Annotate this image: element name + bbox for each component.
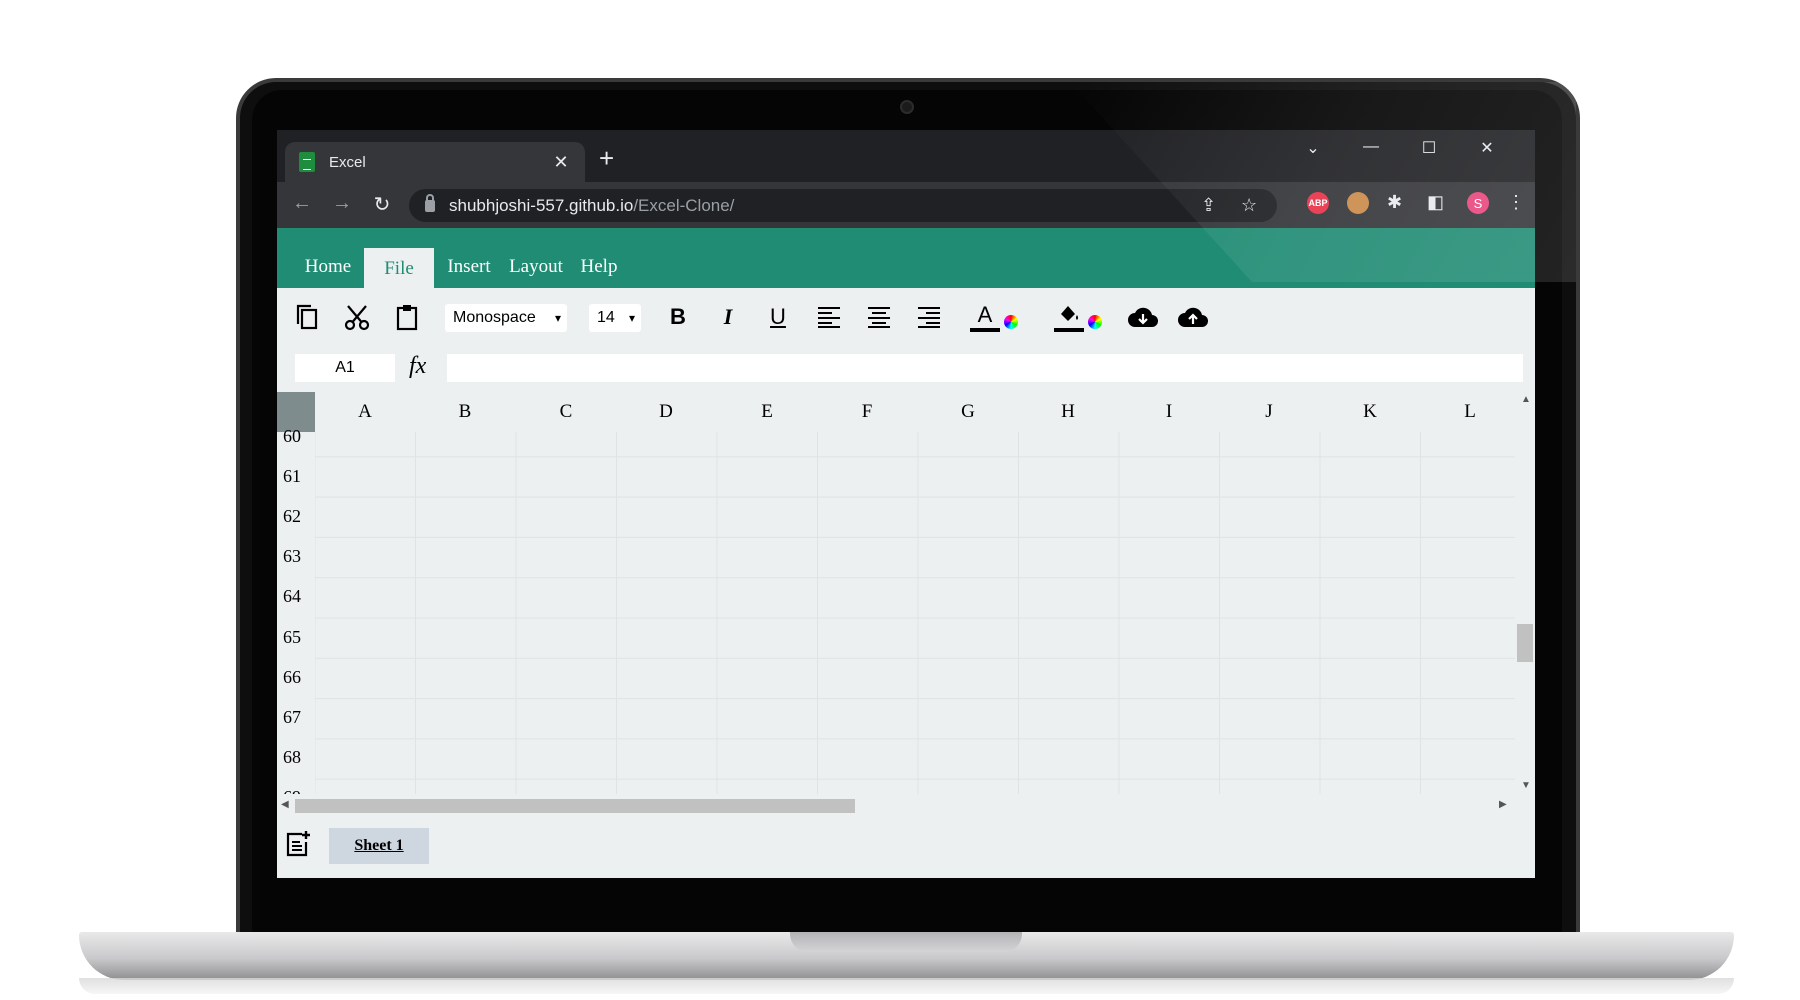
menu-insert[interactable]: Insert xyxy=(443,246,495,288)
tab-search-icon[interactable]: ⌄ xyxy=(1293,138,1333,158)
scroll-up-arrow-icon[interactable]: ▲ xyxy=(1521,394,1531,405)
scroll-down-arrow-icon[interactable]: ▼ xyxy=(1521,780,1531,791)
column-header-d[interactable]: D xyxy=(616,392,716,432)
browser-menu-icon[interactable]: ⋮ xyxy=(1507,192,1525,213)
font-family-select[interactable]: Monospace ▾ xyxy=(445,304,567,332)
browser-toolbar: ← → ↻ shubhjoshi-557.github.io/Excel-Clo… xyxy=(277,182,1535,228)
cell-address-box[interactable]: A1 xyxy=(295,354,395,382)
column-header-h[interactable]: H xyxy=(1018,392,1118,432)
column-header-g[interactable]: G xyxy=(918,392,1018,432)
new-tab-button[interactable]: + xyxy=(599,144,614,172)
laptop-stage: Excel ✕ + ⌄ — ☐ ✕ ← → ↻ shubhjoshi-557.g… xyxy=(0,0,1800,1000)
fx-icon: fx xyxy=(409,353,427,379)
lock-icon xyxy=(425,193,435,212)
font-size-value: 14 xyxy=(597,309,615,326)
adblock-extension-icon[interactable]: ABP xyxy=(1307,192,1329,214)
formula-bar: A1 fx xyxy=(277,346,1535,390)
row-header-62[interactable]: 62 xyxy=(277,496,315,536)
underline-icon[interactable]: U xyxy=(765,302,791,332)
browser-tab-strip: Excel ✕ + ⌄ — ☐ ✕ xyxy=(277,130,1535,182)
url-path: /Excel-Clone/ xyxy=(633,195,735,215)
bookmark-star-icon[interactable]: ☆ xyxy=(1241,195,1257,216)
app-menu-bar: Home File Insert Layout Help xyxy=(277,228,1535,288)
font-size-select[interactable]: 14 ▾ xyxy=(589,304,641,332)
cell-area[interactable] xyxy=(315,432,1515,796)
row-header-64[interactable]: 64 xyxy=(277,576,315,616)
download-icon[interactable] xyxy=(1127,302,1159,332)
menu-file[interactable]: File xyxy=(364,248,434,288)
vertical-scroll-thumb[interactable] xyxy=(1517,624,1533,662)
upload-icon[interactable] xyxy=(1177,302,1209,332)
tab-close-icon[interactable]: ✕ xyxy=(551,152,571,173)
browser-tab[interactable]: Excel ✕ xyxy=(285,142,585,182)
font-family-value: Monospace xyxy=(453,309,536,326)
align-right-icon[interactable] xyxy=(915,302,943,332)
menu-home[interactable]: Home xyxy=(301,246,355,288)
column-header-c[interactable]: C xyxy=(516,392,616,432)
side-panel-icon[interactable]: ◧ xyxy=(1427,192,1444,213)
profile-avatar[interactable]: S xyxy=(1467,192,1489,214)
italic-icon[interactable]: I xyxy=(715,302,741,332)
paste-icon[interactable] xyxy=(393,302,421,332)
color-spectrum-icon xyxy=(1088,315,1102,329)
format-toolbar: Monospace ▾ 14 ▾ B I U A xyxy=(277,288,1535,346)
scroll-left-arrow-icon[interactable]: ◀ xyxy=(281,799,289,810)
webcam xyxy=(900,100,914,114)
column-header-k[interactable]: K xyxy=(1320,392,1420,432)
tab-title: Excel xyxy=(329,153,366,171)
sheet-bar: Sheet 1 xyxy=(277,816,1535,878)
back-button[interactable]: ← xyxy=(289,192,315,215)
row-header-67[interactable]: 67 xyxy=(277,697,315,737)
column-header-b[interactable]: B xyxy=(415,392,515,432)
row-header-60[interactable]: 60 xyxy=(277,416,315,456)
menu-help[interactable]: Help xyxy=(577,246,621,288)
fill-color-icon xyxy=(1054,302,1084,332)
chevron-down-icon: ▾ xyxy=(554,311,561,325)
column-header-l[interactable]: L xyxy=(1420,392,1520,432)
copy-icon[interactable] xyxy=(293,302,321,332)
menu-layout[interactable]: Layout xyxy=(505,246,567,288)
sheets-favicon-icon xyxy=(299,152,315,172)
sheet-tab-1[interactable]: Sheet 1 xyxy=(329,828,429,864)
share-icon[interactable]: ⇪ xyxy=(1201,195,1216,216)
text-color-icon: A xyxy=(970,302,1000,332)
chevron-down-icon: ▾ xyxy=(628,311,635,325)
spreadsheet-grid: A B C D E F G H I J K L 60 61 62 63 64 6… xyxy=(277,392,1535,796)
close-window-button[interactable]: ✕ xyxy=(1467,138,1507,158)
align-left-icon[interactable] xyxy=(815,302,843,332)
forward-button[interactable]: → xyxy=(329,192,355,215)
bold-icon[interactable]: B xyxy=(665,302,691,332)
add-sheet-icon[interactable] xyxy=(285,830,311,858)
text-color-picker[interactable]: A xyxy=(963,302,1025,332)
row-header-68[interactable]: 68 xyxy=(277,737,315,777)
cookie-extension-icon[interactable] xyxy=(1347,192,1369,214)
scroll-right-arrow-icon[interactable]: ▶ xyxy=(1499,799,1507,810)
minimize-button[interactable]: — xyxy=(1351,138,1391,156)
row-header-61[interactable]: 61 xyxy=(277,456,315,496)
align-center-icon[interactable] xyxy=(865,302,893,332)
extensions-puzzle-icon[interactable]: ✱ xyxy=(1387,192,1402,213)
reload-button[interactable]: ↻ xyxy=(369,192,395,217)
formula-input[interactable] xyxy=(447,354,1523,382)
laptop-base-shadow xyxy=(79,978,1734,994)
column-header-e[interactable]: E xyxy=(717,392,817,432)
column-header-f[interactable]: F xyxy=(817,392,917,432)
horizontal-scroll-thumb[interactable] xyxy=(295,799,855,813)
maximize-button[interactable]: ☐ xyxy=(1409,138,1449,158)
row-header-65[interactable]: 65 xyxy=(277,617,315,657)
color-spectrum-icon xyxy=(1004,315,1018,329)
screen: Excel ✕ + ⌄ — ☐ ✕ ← → ↻ shubhjoshi-557.g… xyxy=(277,130,1535,878)
cut-icon[interactable] xyxy=(343,302,371,332)
address-bar[interactable]: shubhjoshi-557.github.io/Excel-Clone/ ⇪ … xyxy=(409,189,1277,222)
row-header-66[interactable]: 66 xyxy=(277,657,315,697)
laptop-notch xyxy=(790,932,1022,952)
column-header-a[interactable]: A xyxy=(315,392,415,432)
column-header-i[interactable]: I xyxy=(1119,392,1219,432)
row-header-63[interactable]: 63 xyxy=(277,536,315,576)
fill-color-picker[interactable] xyxy=(1047,302,1109,332)
url-host: shubhjoshi-557.github.io xyxy=(449,195,634,215)
column-header-j[interactable]: J xyxy=(1219,392,1319,432)
vertical-scrollbar[interactable] xyxy=(1515,392,1535,794)
